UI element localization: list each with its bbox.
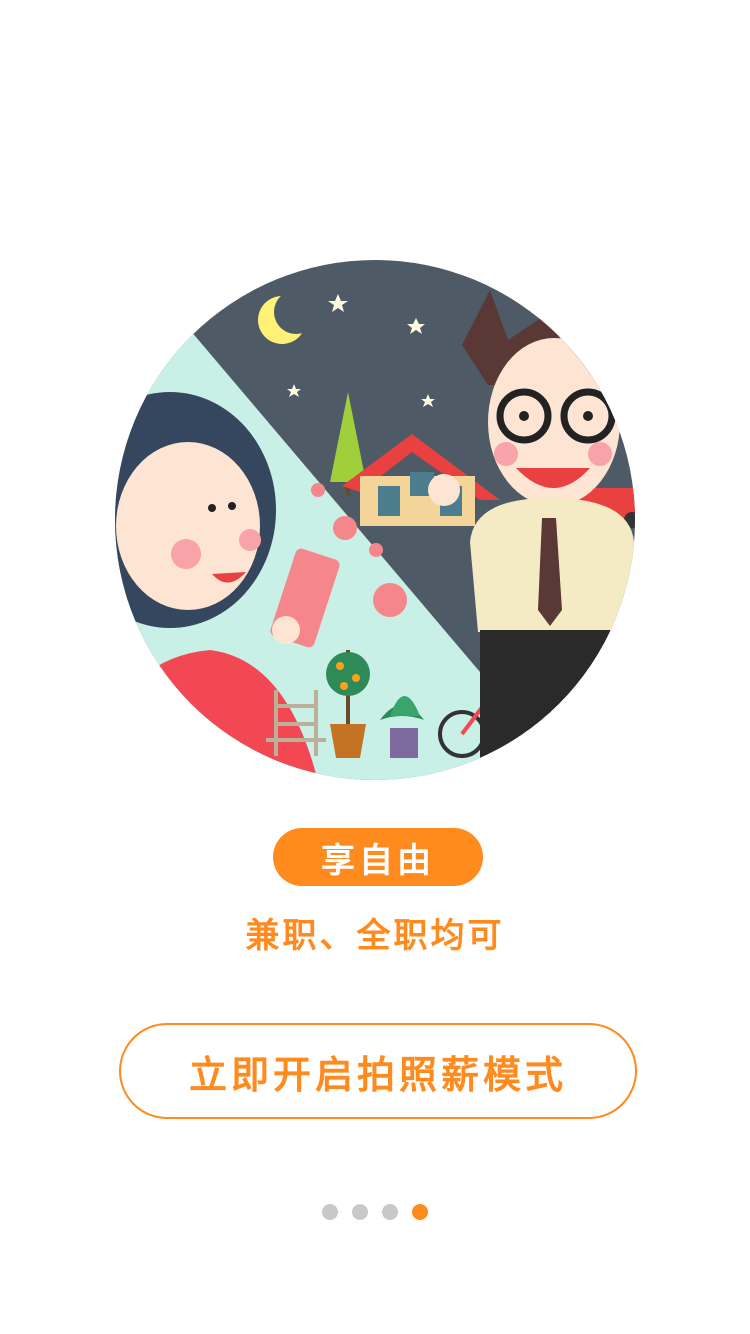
start-mode-button-label: 立即开启拍照薪模式: [188, 1052, 567, 1097]
page-indicator: [0, 1204, 750, 1222]
page-dot-2[interactable]: [352, 1204, 368, 1220]
start-mode-button[interactable]: 立即开启拍照薪模式: [119, 1023, 637, 1119]
page-dot-3[interactable]: [382, 1204, 398, 1220]
feature-badge: 享自由: [273, 828, 483, 886]
feature-badge-label: 享自由: [321, 840, 435, 881]
onboarding-illustration: [115, 260, 635, 780]
feature-subtitle: 兼职、全职均可: [245, 916, 505, 956]
page-dot-4[interactable]: [412, 1204, 428, 1220]
page-dot-1[interactable]: [322, 1204, 338, 1220]
